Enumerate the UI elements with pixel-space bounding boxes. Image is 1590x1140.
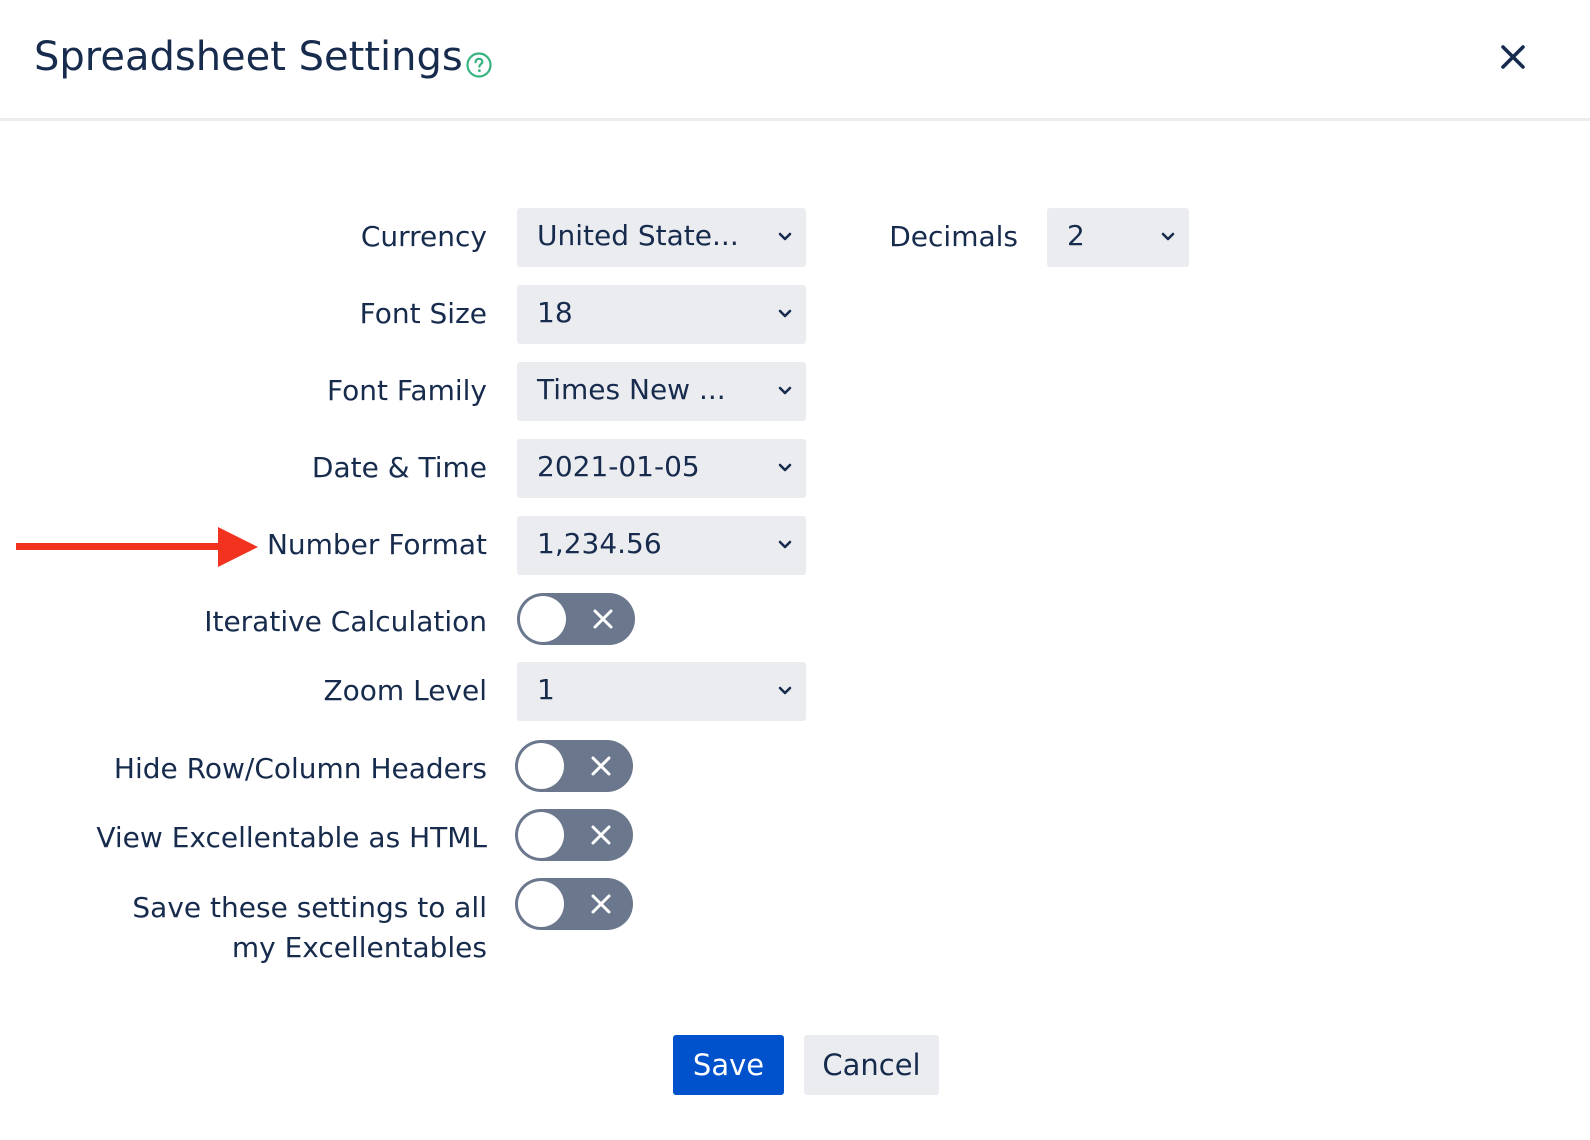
date-time-label: Date & Time xyxy=(311,451,487,484)
font-size-value: 18 xyxy=(537,296,573,329)
close-icon xyxy=(591,894,611,914)
date-time-select[interactable]: 2021-01-05 xyxy=(517,439,806,498)
currency-select[interactable]: United State... xyxy=(517,208,806,267)
toggle-knob xyxy=(518,812,564,858)
save-to-all-label-line1: Save these settings to all xyxy=(132,891,487,924)
chevron-down-icon xyxy=(778,463,792,472)
decimals-label: Decimals xyxy=(889,220,1018,253)
currency-label: Currency xyxy=(360,220,487,253)
close-icon[interactable] xyxy=(1496,40,1530,74)
save-to-all-toggle[interactable] xyxy=(515,878,633,930)
chevron-down-icon xyxy=(778,232,792,241)
number-format-value: 1,234.56 xyxy=(537,527,662,560)
chevron-down-icon xyxy=(778,386,792,395)
toggle-knob xyxy=(518,743,564,789)
toggle-knob xyxy=(520,596,566,642)
zoom-level-value: 1 xyxy=(537,673,555,706)
close-icon xyxy=(593,609,613,629)
decimals-value: 2 xyxy=(1067,219,1085,252)
question-circle-icon[interactable] xyxy=(466,52,492,78)
zoom-level-label: Zoom Level xyxy=(323,674,487,707)
chevron-down-icon xyxy=(778,540,792,549)
chevron-down-icon xyxy=(778,309,792,318)
toggle-knob xyxy=(518,881,564,927)
iterative-calculation-toggle[interactable] xyxy=(517,593,635,645)
font-family-label: Font Family xyxy=(327,374,487,407)
decimals-select[interactable]: 2 xyxy=(1047,208,1189,267)
font-size-select[interactable]: 18 xyxy=(517,285,806,344)
close-icon xyxy=(591,756,611,776)
font-size-label: Font Size xyxy=(359,297,487,330)
font-family-select[interactable]: Times New ... xyxy=(517,362,806,421)
number-format-label: Number Format xyxy=(266,528,487,561)
iterative-calculation-label: Iterative Calculation xyxy=(204,605,487,638)
view-as-html-toggle[interactable] xyxy=(515,809,633,861)
chevron-down-icon xyxy=(1161,232,1175,241)
cancel-button[interactable]: Cancel xyxy=(804,1035,939,1095)
date-time-value: 2021-01-05 xyxy=(537,450,700,483)
zoom-level-select[interactable]: 1 xyxy=(517,662,806,721)
hide-headers-toggle[interactable] xyxy=(515,740,633,792)
close-icon xyxy=(591,825,611,845)
font-family-value: Times New ... xyxy=(537,373,726,406)
dialog-header: Spreadsheet Settings xyxy=(0,0,1590,121)
chevron-down-icon xyxy=(778,686,792,695)
right-arrow-icon xyxy=(16,527,258,567)
save-button[interactable]: Save xyxy=(673,1035,784,1095)
save-to-all-label-line2: my Excellentables xyxy=(231,931,487,964)
number-format-select[interactable]: 1,234.56 xyxy=(517,516,806,575)
save-to-all-label: Save these settings to all my Excellenta… xyxy=(132,888,487,968)
currency-value: United State... xyxy=(537,219,739,252)
dialog-title: Spreadsheet Settings xyxy=(34,34,463,80)
view-as-html-label: View Excellentable as HTML xyxy=(96,821,487,854)
hide-headers-label: Hide Row/Column Headers xyxy=(113,752,487,785)
